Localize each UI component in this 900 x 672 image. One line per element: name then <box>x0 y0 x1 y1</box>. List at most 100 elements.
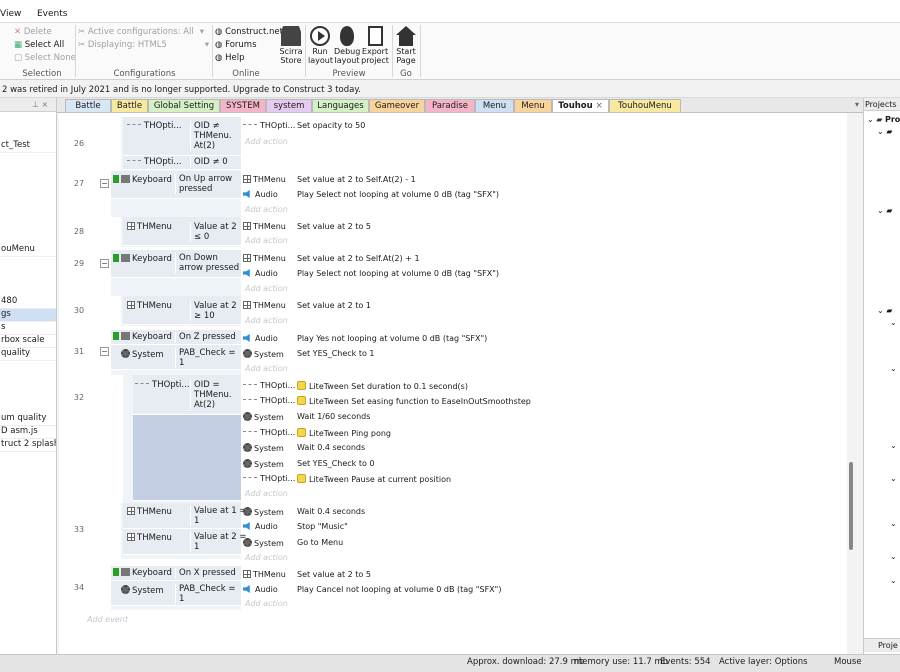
tab-system-upper[interactable]: SYSTEM <box>220 99 266 112</box>
list-item[interactable]: ouMenu <box>0 244 56 257</box>
close-icon[interactable]: × <box>596 101 603 111</box>
action[interactable]: System <box>243 443 284 453</box>
project-root[interactable]: ⌄ ▰ Pro <box>867 115 900 124</box>
select-none-button[interactable]: ▢ Select None <box>14 53 76 63</box>
help-link[interactable]: ◍ Help <box>215 53 245 63</box>
collapse-toggle[interactable]: − <box>100 347 109 356</box>
expand-arrow[interactable]: ⌄ <box>890 576 897 585</box>
collapse-toggle[interactable]: − <box>100 259 109 268</box>
action[interactable]: System <box>243 459 284 469</box>
select-all-button[interactable]: ▦ Select All <box>14 40 64 50</box>
action[interactable]: System <box>243 349 284 359</box>
action[interactable]: THMenu <box>243 175 286 184</box>
add-event-link[interactable]: Add event <box>87 615 128 624</box>
action[interactable]: THMenu <box>243 222 286 231</box>
condition[interactable]: THMenu Value at 2 ≤ 0 <box>123 217 241 246</box>
tab-menu-2[interactable]: Menu <box>514 99 552 112</box>
expand-arrow[interactable]: ⌄ <box>890 474 897 483</box>
condition[interactable]: Keyboard On X pressed <box>111 566 241 581</box>
list-item[interactable]: D asm.js <box>0 426 56 439</box>
tab-menu[interactable]: Menu <box>475 99 514 112</box>
export-project-button[interactable]: Export project <box>361 26 389 65</box>
condition[interactable]: THMenu Value at 2 = 1 <box>123 529 247 555</box>
list-item[interactable]: quality <box>0 348 56 361</box>
condition[interactable]: System PAB_Check = 1 <box>111 345 241 370</box>
action[interactable]: THOpti... <box>243 381 295 390</box>
expand-arrow[interactable]: ⌄ <box>890 441 897 450</box>
action[interactable]: THMenu <box>243 570 286 579</box>
tab-battle[interactable]: Battle <box>65 99 111 112</box>
action[interactable]: Audio <box>243 522 278 531</box>
menu-view[interactable]: View <box>0 9 21 19</box>
vertical-scrollbar[interactable] <box>847 113 855 654</box>
list-item[interactable]: s <box>0 322 56 335</box>
action[interactable]: THOpti... <box>243 428 295 437</box>
add-action-link[interactable]: Add action <box>245 205 288 214</box>
tab-touhoumenu[interactable]: TouhouMenu <box>609 99 681 112</box>
list-item[interactable]: um quality <box>0 413 56 426</box>
forums-link[interactable]: ◍ Forums <box>215 40 257 50</box>
action[interactable]: System <box>243 538 284 548</box>
add-action-link[interactable]: Add action <box>245 236 288 245</box>
action[interactable]: Audio <box>243 269 278 278</box>
scirra-store-button[interactable]: Scirra Store <box>279 26 303 65</box>
tab-list-dropdown-icon[interactable]: ▾ <box>855 100 859 109</box>
construct-net-link[interactable]: ◍ Construct.net <box>215 27 283 37</box>
project-folder[interactable]: ⌄ ▰ <box>877 127 892 136</box>
displaying-dropdown[interactable]: ✂ Displaying: HTML5 ▾ <box>78 40 211 50</box>
condition[interactable]: THOpti... OID ≠ THMenu. At(2) <box>123 117 241 156</box>
tab-global-setting[interactable]: Global Setting <box>148 99 220 112</box>
action[interactable]: THOpti... <box>243 396 295 405</box>
tab-paradise[interactable]: Paradise <box>425 99 475 112</box>
projects-tab[interactable]: Proje <box>864 638 900 652</box>
menu-events[interactable]: Events <box>37 9 67 19</box>
action[interactable]: THOpti... <box>243 121 295 130</box>
tab-touhou[interactable]: Touhou × <box>552 99 609 112</box>
add-action-link[interactable]: Add action <box>245 553 288 562</box>
close-icon[interactable]: × <box>42 100 49 109</box>
condition[interactable]: System PAB_Check = 1 <box>111 581 241 606</box>
action[interactable]: Audio <box>243 585 278 594</box>
add-action-link[interactable]: Add action <box>245 599 288 608</box>
list-item[interactable]: gs <box>0 309 56 322</box>
tab-battle-2[interactable]: Battle <box>111 99 148 112</box>
add-action-link[interactable]: Add action <box>245 489 288 498</box>
add-action-link[interactable]: Add action <box>245 316 288 325</box>
action[interactable]: THMenu <box>243 301 286 310</box>
project-folder[interactable]: ⌄ ▰ <box>877 206 892 215</box>
condition[interactable]: THOpti... OID = THMenu. At(2) <box>133 375 241 415</box>
add-action-link[interactable]: Add action <box>245 137 288 146</box>
project-folder[interactable]: ⌄ ▰ <box>877 306 892 315</box>
add-action-link[interactable]: Add action <box>245 364 288 373</box>
condition[interactable]: Keyboard On Up arrow pressed <box>111 171 241 199</box>
list-item[interactable]: rbox scale <box>0 335 56 348</box>
condition[interactable]: THMenu Value at 2 ≥ 10 <box>123 296 241 325</box>
condition[interactable]: Keyboard On Down arrow pressed <box>111 250 241 278</box>
delete-button[interactable]: ✕ Delete <box>14 27 52 37</box>
expand-arrow[interactable]: ⌄ <box>890 318 897 327</box>
scrollbar-thumb[interactable] <box>849 462 853 550</box>
action[interactable]: THMenu <box>243 254 286 263</box>
list-item[interactable]: ct_Test <box>0 140 56 153</box>
pin-icon[interactable]: ⊥ <box>32 100 39 109</box>
expand-arrow[interactable]: ⌄ <box>890 552 897 561</box>
list-item[interactable]: truct 2 splash <box>0 439 56 452</box>
start-page-button[interactable]: Start Page <box>394 26 418 65</box>
list-item[interactable]: 480 <box>0 296 56 309</box>
condition[interactable]: THOpti... OID ≠ 0 <box>123 156 241 170</box>
active-configurations-dropdown[interactable]: ✂ Active configurations: All ▾ <box>78 27 206 37</box>
tab-system[interactable]: system <box>266 99 312 112</box>
action[interactable]: Audio <box>243 190 278 199</box>
event-sheet[interactable]: 26 THOpti... OID ≠ THMenu. At(2) THOpti.… <box>59 113 853 654</box>
action[interactable]: System <box>243 507 284 517</box>
tab-gameover[interactable]: Gameover <box>369 99 425 112</box>
condition[interactable]: Keyboard On Z pressed <box>111 330 241 345</box>
debug-layout-button[interactable]: Debug layout <box>334 26 360 65</box>
collapse-toggle[interactable]: − <box>100 179 109 188</box>
run-layout-button[interactable]: Run layout <box>308 26 333 65</box>
action[interactable]: System <box>243 412 284 422</box>
action[interactable]: THOpti... <box>243 474 295 483</box>
add-action-link[interactable]: Add action <box>245 284 288 293</box>
expand-arrow[interactable]: ⌄ <box>890 364 897 373</box>
condition[interactable]: THMenu Value at 1 = 1 <box>123 503 247 529</box>
